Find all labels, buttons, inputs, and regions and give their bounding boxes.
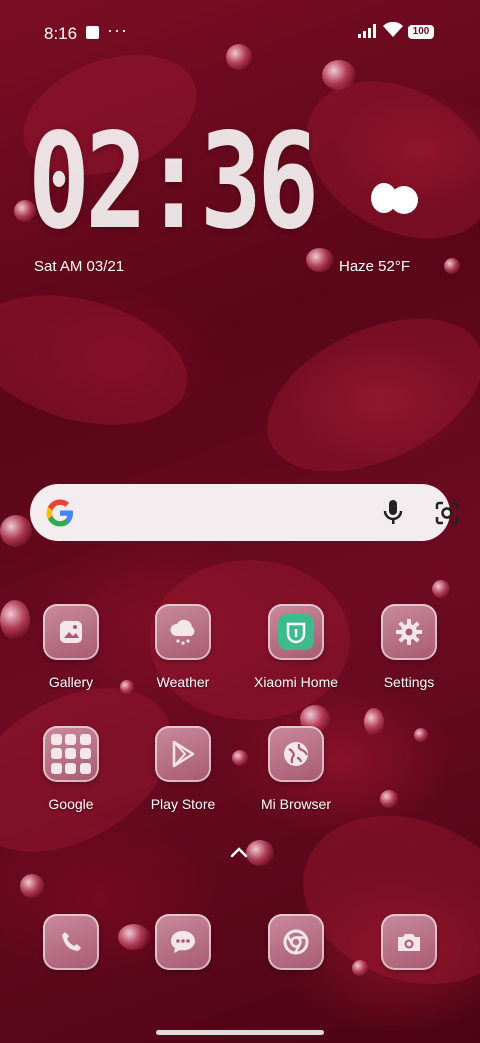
app-label: Weather <box>156 674 210 690</box>
app-play-store[interactable]: Play Store <box>128 726 238 812</box>
gallery-icon <box>43 604 99 660</box>
app-mi-browser[interactable]: Mi Browser <box>241 726 351 812</box>
gear-icon <box>381 604 437 660</box>
chrome-icon <box>268 914 324 970</box>
wifi-icon <box>383 22 403 37</box>
mic-icon[interactable] <box>381 499 405 525</box>
cloudy-icon[interactable] <box>368 180 420 216</box>
battery-icon: 100 <box>408 25 434 39</box>
dock-messages[interactable] <box>128 914 238 970</box>
weather-label[interactable]: Haze 52°F <box>339 258 410 275</box>
phone-icon <box>43 914 99 970</box>
app-weather[interactable]: Weather <box>128 604 238 690</box>
home-gesture-bar[interactable] <box>156 1030 324 1035</box>
app-label: Xiaomi Home <box>253 674 339 690</box>
more-notifications-icon: ··· <box>107 20 128 40</box>
dock-phone[interactable] <box>16 914 126 970</box>
dock-camera[interactable] <box>354 914 464 970</box>
dock-chrome[interactable] <box>241 914 351 970</box>
app-label: Settings <box>383 674 435 690</box>
app-label: Play Store <box>150 796 216 812</box>
app-label: Mi Browser <box>260 796 331 812</box>
status-time: 8:16 <box>44 24 78 43</box>
google-logo-icon <box>46 499 73 527</box>
google-folder-icon <box>43 726 99 782</box>
app-settings[interactable]: Settings <box>354 604 464 690</box>
messages-icon <box>155 914 211 970</box>
clock-widget[interactable]: 02:36 <box>28 116 319 248</box>
lens-icon[interactable] <box>434 500 460 526</box>
app-gallery[interactable]: Gallery <box>16 604 126 690</box>
chevron-up-icon[interactable] <box>229 845 249 859</box>
signal-icon <box>358 24 376 38</box>
camera-icon <box>381 914 437 970</box>
weather-icon <box>155 604 211 660</box>
app-xiaomi-home[interactable]: Xiaomi Home <box>241 604 351 690</box>
notification-icon <box>86 26 99 39</box>
app-label: Google <box>48 796 94 812</box>
google-search-bar[interactable] <box>30 484 459 541</box>
app-google-folder[interactable]: Google <box>16 726 126 812</box>
xiaomi-home-icon <box>268 604 324 660</box>
play-store-icon <box>155 726 211 782</box>
app-label: Gallery <box>48 674 94 690</box>
date-label: Sat AM 03/21 <box>34 258 125 275</box>
status-bar: 8:16 ··· 100 <box>0 0 480 64</box>
globe-icon <box>268 726 324 782</box>
